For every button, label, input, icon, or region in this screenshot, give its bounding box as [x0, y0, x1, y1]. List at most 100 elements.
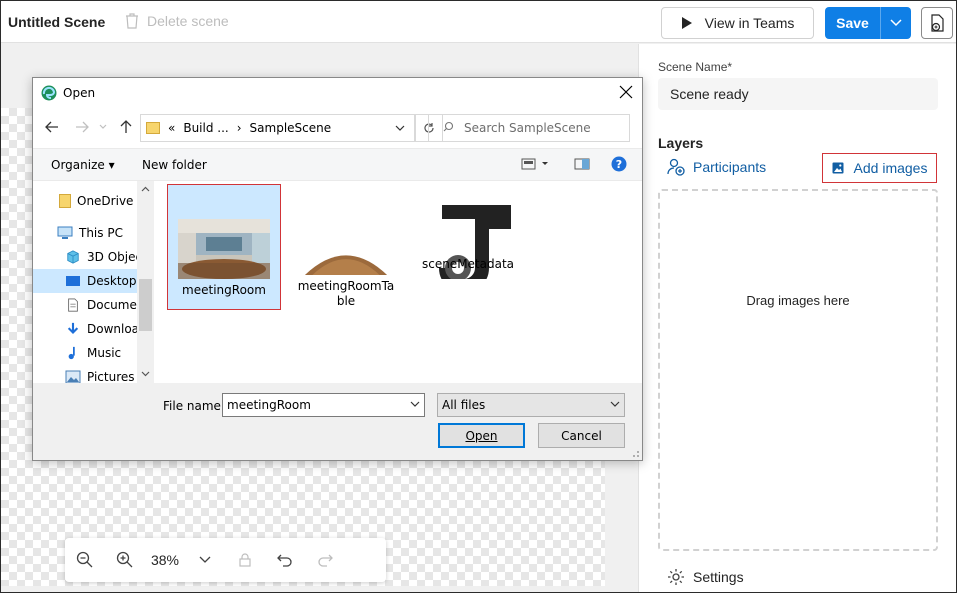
- download-icon: [67, 322, 79, 334]
- nav-scrollbar[interactable]: [137, 181, 154, 383]
- play-icon: [681, 17, 692, 29]
- delete-scene-button[interactable]: Delete scene: [125, 13, 229, 29]
- participants-button[interactable]: Participants: [667, 158, 766, 176]
- address-bar[interactable]: « Build ... › SampleScene: [140, 114, 415, 142]
- help-icon: ?: [611, 156, 627, 172]
- zoom-in-button[interactable]: [105, 538, 145, 582]
- nav-item-label: Music: [87, 346, 122, 360]
- forward-button[interactable]: [74, 119, 90, 135]
- nav-item-3d-objects[interactable]: 3D Objects: [33, 245, 138, 269]
- scene-name-label: Scene Name*: [658, 60, 733, 74]
- nav-item-this-pc[interactable]: This PC: [33, 221, 138, 245]
- file-item-meeting-room-table[interactable]: meetingRoomTable: [290, 185, 402, 309]
- resize-grip-icon[interactable]: [630, 448, 640, 458]
- file-list: meetingRoom meetingRoomTable sceneMetada…: [155, 181, 642, 383]
- view-in-teams-button[interactable]: View in Teams: [661, 7, 814, 39]
- file-name-input[interactable]: meetingRoom: [222, 393, 425, 417]
- help-button[interactable]: ?: [611, 156, 627, 175]
- edge-browser-icon: [41, 85, 57, 101]
- participants-label: Participants: [693, 159, 767, 175]
- chevron-down-icon[interactable]: [141, 371, 150, 377]
- add-images-button[interactable]: Add images: [822, 153, 937, 183]
- dialog-nav-row: « Build ... › SampleScene Search SampleS…: [33, 111, 642, 143]
- lock-button[interactable]: [225, 538, 265, 582]
- nav-item-label: OneDrive -: [77, 194, 138, 208]
- search-input[interactable]: Search SampleScene: [428, 114, 630, 142]
- participants-icon: [667, 158, 685, 176]
- dialog-title-bar: Open: [33, 78, 642, 108]
- breadcrumb-build[interactable]: Build ...: [183, 121, 228, 135]
- preview-pane-icon: [574, 158, 590, 170]
- zoom-dropdown-button[interactable]: [185, 538, 225, 582]
- share-button[interactable]: [921, 7, 953, 39]
- music-icon: [68, 346, 75, 360]
- layers-heading: Layers: [658, 135, 704, 151]
- up-folder-button[interactable]: [118, 119, 134, 135]
- svg-text:?: ?: [616, 158, 622, 171]
- desktop-icon: [66, 276, 80, 286]
- file-name: sceneMetadata: [421, 257, 515, 271]
- nav-item-label: Desktop: [87, 274, 137, 288]
- scene-name-input[interactable]: Scene ready: [658, 78, 938, 110]
- lock-icon: [239, 553, 251, 567]
- scrollbar-thumb[interactable]: [139, 279, 152, 331]
- nav-item-desktop[interactable]: Desktop: [33, 269, 138, 293]
- drop-zone-text: Drag images here: [746, 292, 850, 308]
- chevron-up-icon[interactable]: [141, 186, 150, 192]
- save-button[interactable]: Save: [825, 7, 911, 39]
- zoom-level: 38%: [150, 552, 180, 568]
- nav-item-music[interactable]: Music: [33, 341, 138, 365]
- folder-icon: [146, 122, 160, 134]
- view-options-button[interactable]: [521, 158, 549, 173]
- file-item-meeting-room[interactable]: meetingRoom: [167, 184, 281, 310]
- nav-item-label: Downloads: [87, 322, 138, 336]
- add-images-label: Add images: [853, 160, 928, 176]
- dialog-footer: File name: meetingRoom All files Open Ca…: [33, 383, 642, 460]
- file-name-value: meetingRoom: [227, 398, 311, 412]
- search-icon: [443, 121, 454, 135]
- navigation-pane: OneDrive - This PC 3D Objects Desktop Do…: [33, 181, 154, 384]
- nav-item-documents[interactable]: Documents: [33, 293, 138, 317]
- settings-button[interactable]: Settings: [667, 568, 744, 586]
- save-dropdown[interactable]: [881, 19, 911, 27]
- meeting-room-thumbnail: [178, 219, 270, 279]
- computer-icon: [57, 226, 73, 239]
- close-icon[interactable]: [618, 84, 634, 100]
- preview-pane-button[interactable]: [574, 158, 590, 173]
- organize-menu[interactable]: Organize ▾: [51, 158, 115, 172]
- properties-panel: Scene Name* Scene ready Layers Participa…: [638, 44, 956, 592]
- cancel-button[interactable]: Cancel: [538, 423, 625, 448]
- nav-item-onedrive[interactable]: OneDrive -: [33, 189, 138, 213]
- chevron-down-icon: [99, 124, 107, 129]
- trash-icon: [126, 13, 138, 29]
- command-bar: Organize ▾ New folder ?: [33, 148, 642, 181]
- zoom-in-icon: [116, 551, 133, 568]
- new-folder-button[interactable]: New folder: [142, 158, 207, 172]
- breadcrumb-samplescene[interactable]: SampleScene: [250, 121, 332, 135]
- breadcrumb-overflow[interactable]: «: [168, 121, 175, 135]
- zoom-toolbar: 38%: [65, 538, 386, 582]
- back-button[interactable]: [44, 119, 60, 135]
- save-label: Save: [836, 15, 869, 31]
- chevron-down-icon[interactable]: [394, 121, 406, 135]
- folder-icon: [59, 194, 71, 208]
- redo-button[interactable]: [305, 538, 345, 582]
- image-drop-zone[interactable]: Drag images here: [658, 189, 938, 551]
- undo-button[interactable]: [265, 538, 305, 582]
- arrow-left-icon: [45, 121, 58, 133]
- nav-item-label: Pictures: [87, 370, 135, 384]
- chevron-down-icon[interactable]: [410, 399, 420, 409]
- undo-icon: [277, 554, 292, 567]
- open-button[interactable]: Open: [438, 423, 525, 448]
- top-bar: Untitled Scene Delete scene View in Team…: [1, 1, 956, 43]
- share-icon: [931, 14, 944, 32]
- search-placeholder: Search SampleScene: [464, 121, 591, 135]
- file-type-select[interactable]: All files: [437, 393, 625, 417]
- chevron-down-icon: [610, 401, 620, 407]
- zoom-out-icon: [76, 551, 93, 568]
- nav-item-label: 3D Objects: [87, 250, 138, 264]
- file-item-scene-metadata[interactable]: sceneMetadata: [412, 185, 524, 309]
- recent-locations-button[interactable]: [95, 119, 111, 135]
- nav-item-downloads[interactable]: Downloads: [33, 317, 138, 341]
- zoom-out-button[interactable]: [65, 538, 105, 582]
